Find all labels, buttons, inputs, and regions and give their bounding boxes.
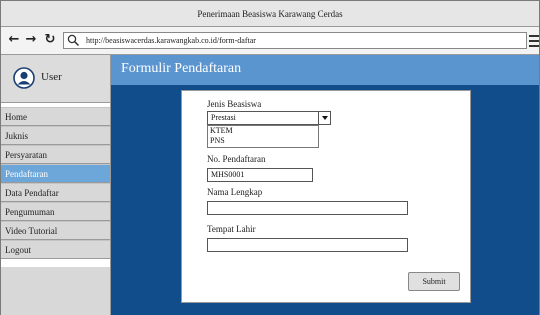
search-icon <box>67 34 80 47</box>
sidebar-item-data-pendaftar[interactable]: Data Pendaftar <box>1 183 110 202</box>
sidebar-item-logout[interactable]: Logout <box>1 240 110 259</box>
main-content: Formulir Pendaftaran Jenis Beasiswa Pres… <box>111 55 539 315</box>
arrow-left-icon[interactable]: ← <box>7 32 21 48</box>
sidebar-item-video-tutorial[interactable]: Video Tutorial <box>1 221 110 240</box>
jenis-beasiswa-select[interactable]: Prestasi <box>207 111 331 125</box>
hamburger-menu-icon[interactable] <box>529 32 539 48</box>
address-bar[interactable]: http://beasiswacerdas.karawangkab.co.id/… <box>63 32 527 49</box>
submit-button[interactable]: Submit <box>408 272 460 291</box>
browser-toolbar: ← → ↻ http://beasiswacerdas.karawangkab.… <box>1 27 539 55</box>
nama-lengkap-field[interactable] <box>207 201 408 215</box>
sidebar-item-pengumuman[interactable]: Pengumuman <box>1 202 110 221</box>
chevron-down-icon[interactable] <box>318 112 330 124</box>
sidebar-nav: Home Juknis Persyaratan Pendaftaran Data… <box>1 107 110 259</box>
sidebar-item-pendaftaran[interactable]: Pendaftaran <box>1 164 110 183</box>
jenis-beasiswa-options: KTEM PNS <box>207 125 319 148</box>
jenis-beasiswa-label: Jenis Beasiswa <box>207 99 262 109</box>
jenis-beasiswa-value: Prestasi <box>211 113 236 122</box>
tempat-lahir-field[interactable] <box>207 238 408 252</box>
page-title: Formulir Pendaftaran <box>121 61 242 76</box>
arrow-right-icon[interactable]: → <box>24 32 38 48</box>
sidebar-item-home[interactable]: Home <box>1 107 110 126</box>
sidebar-item-persyaratan[interactable]: Persyaratan <box>1 145 110 164</box>
browser-window: Penerimaan Beasiswa Karawang Cerdas ← → … <box>0 0 540 315</box>
sidebar: User Home Juknis Persyaratan Pendaftaran… <box>1 55 111 315</box>
option-pns[interactable]: PNS <box>208 136 318 146</box>
reload-icon[interactable]: ↻ <box>43 32 57 48</box>
window-title: Penerimaan Beasiswa Karawang Cerdas <box>1 1 539 27</box>
user-panel: User <box>1 55 110 103</box>
registration-form: Jenis Beasiswa Prestasi KTEM PNS No. Pen… <box>181 90 471 303</box>
user-name: User <box>41 71 62 83</box>
sidebar-item-juknis[interactable]: Juknis <box>1 126 110 145</box>
page-header: Formulir Pendaftaran <box>111 55 539 85</box>
sidebar-filler <box>1 267 110 315</box>
no-pendaftaran-field[interactable]: MHS0001 <box>207 168 313 182</box>
no-pendaftaran-label: No. Pendaftaran <box>207 154 266 164</box>
user-avatar-icon <box>13 67 35 89</box>
tempat-lahir-label: Tempat Lahir <box>207 224 256 234</box>
url-text: http://beasiswacerdas.karawangkab.co.id/… <box>86 36 256 45</box>
option-ktem[interactable]: KTEM <box>208 126 318 136</box>
nama-lengkap-label: Nama Lengkap <box>207 187 263 197</box>
